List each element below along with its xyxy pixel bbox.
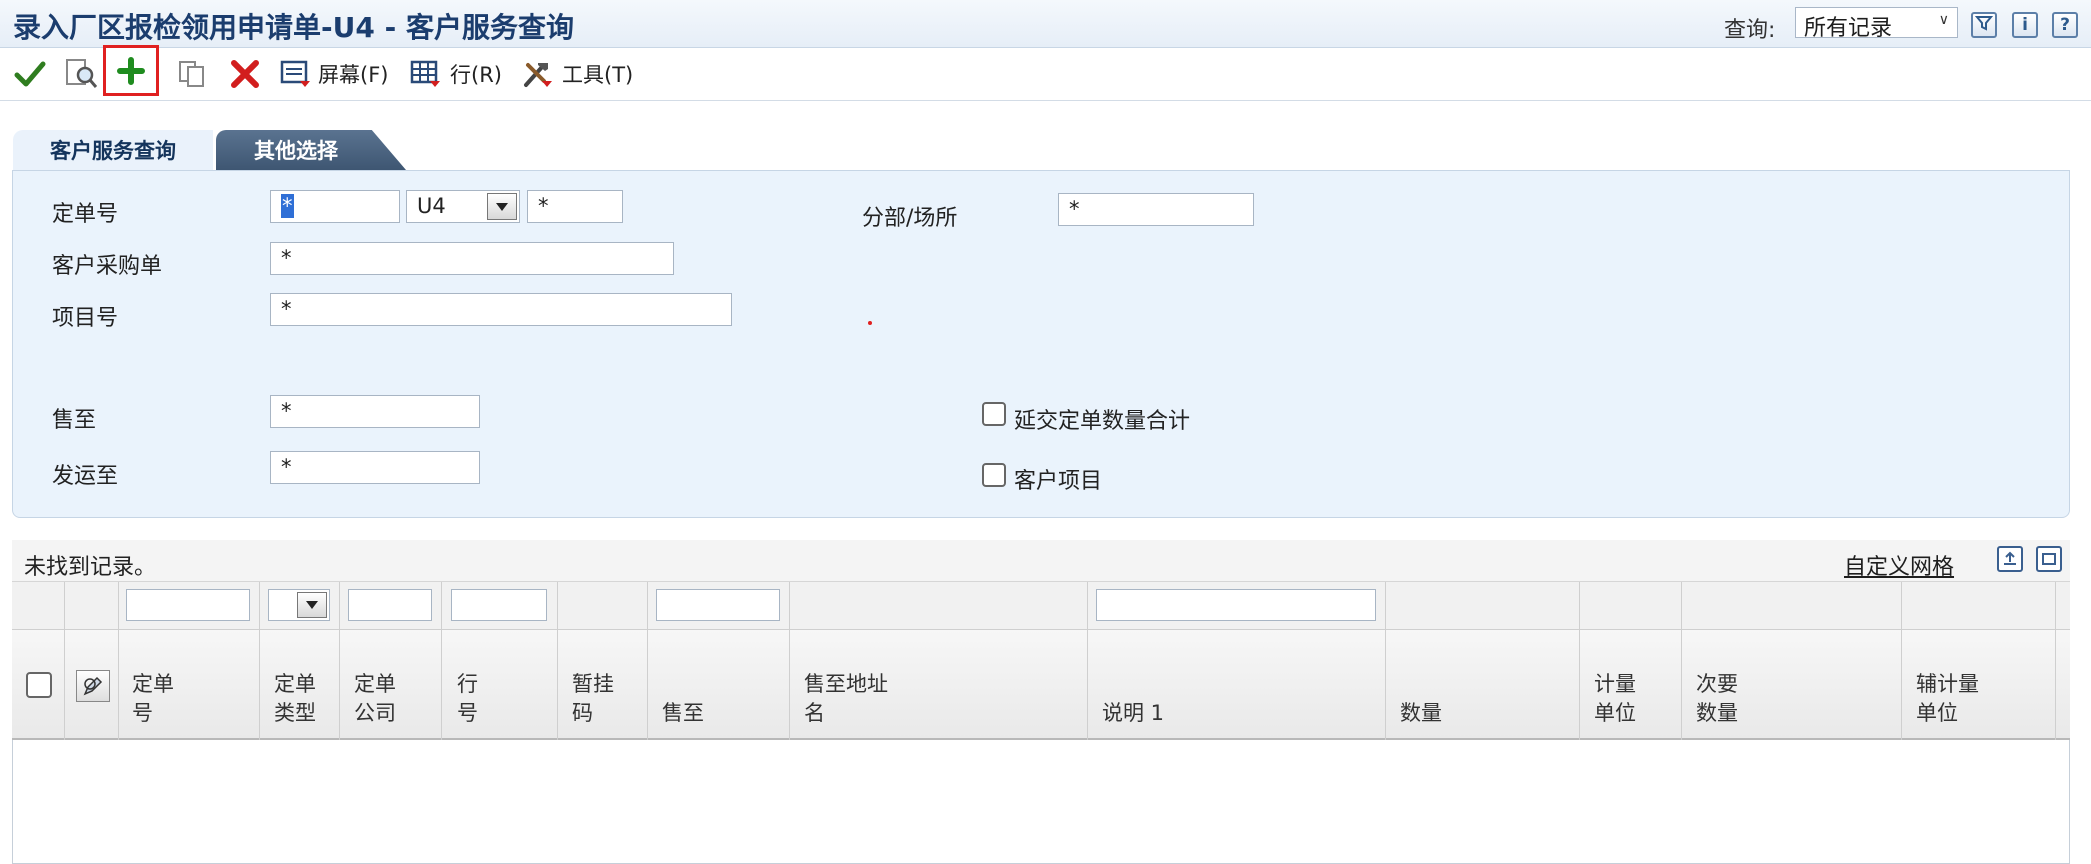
maximize-icon[interactable]: [2036, 546, 2062, 572]
customize-grid-link[interactable]: 自定义网格: [1844, 549, 1954, 581]
col-header-line-number[interactable]: 行号: [457, 670, 478, 728]
column-divider: [2055, 582, 2056, 740]
row-menu-label: 行(R): [450, 63, 502, 87]
copy-icon: [179, 61, 204, 87]
order-number-input[interactable]: *: [270, 190, 400, 223]
row-edit-icon[interactable]: [76, 670, 110, 702]
filter-sold-to-input[interactable]: [656, 589, 780, 621]
col-header-sold-to[interactable]: 售至: [662, 670, 704, 728]
tools-menu[interactable]: 工具(T): [522, 56, 642, 92]
filter-line-number-input[interactable]: [451, 589, 547, 621]
item-number-value: *: [281, 297, 292, 321]
order-company-value: *: [538, 194, 549, 218]
column-divider: [1385, 582, 1386, 740]
page-title: 录入厂区报检领用申请单-U4 - 客户服务查询: [13, 11, 574, 44]
branch-plant-input[interactable]: *: [1058, 193, 1254, 226]
grid-status-text: 未找到记录。: [24, 555, 157, 580]
grid-toolbar: [12, 540, 2070, 582]
order-company-input[interactable]: *: [527, 190, 623, 223]
ship-to-value: *: [281, 455, 292, 479]
column-divider: [1579, 582, 1580, 740]
delete-button[interactable]: [224, 56, 266, 92]
column-divider: [1681, 582, 1682, 740]
column-divider: [339, 582, 340, 740]
order-number-label: 定单号: [52, 202, 119, 227]
col-header-sold-to-name[interactable]: 售至地址名: [804, 670, 888, 728]
screen-icon: [280, 60, 310, 87]
branch-plant-value: *: [1069, 197, 1080, 221]
col-header-order-type[interactable]: 定单 类型: [274, 670, 316, 728]
row-menu[interactable]: 行(R): [410, 56, 510, 92]
order-type-select[interactable]: U4: [406, 190, 520, 223]
customer-po-label: 客户采购单: [52, 254, 163, 279]
item-number-input[interactable]: *: [270, 293, 732, 326]
query-label: 查询:: [1724, 18, 1776, 43]
column-divider: [64, 582, 65, 740]
customer-po-input[interactable]: *: [270, 242, 674, 275]
col-header-quantity[interactable]: 数量: [1400, 670, 1442, 728]
column-divider: [118, 582, 119, 740]
customer-po-value: *: [281, 246, 292, 270]
sold-to-input[interactable]: *: [270, 395, 480, 428]
customer-item-checkbox[interactable]: [982, 463, 1006, 487]
info-icon[interactable]: i: [2012, 12, 2038, 38]
col-header-description[interactable]: 说明 1: [1102, 670, 1164, 728]
filter-icon[interactable]: [1971, 12, 1997, 38]
ok-button[interactable]: [10, 56, 50, 92]
column-divider: [1901, 582, 1902, 740]
ship-to-label: 发运至: [52, 464, 119, 489]
query-select[interactable]: 所有记录 ∨: [1795, 7, 1958, 41]
screen-menu[interactable]: 屏幕(F): [280, 56, 398, 92]
tools-menu-label: 工具(T): [562, 63, 634, 87]
red-dot-marker: [868, 321, 872, 325]
col-header-order-number[interactable]: 定单号: [132, 670, 174, 728]
filter-order-number-input[interactable]: [126, 589, 250, 621]
order-type-value: U4: [417, 194, 446, 218]
item-number-label: 项目号: [52, 306, 119, 331]
column-divider: [1087, 582, 1088, 740]
filter-order-type-select[interactable]: [268, 589, 330, 621]
dropdown-arrow-icon[interactable]: [297, 592, 327, 618]
column-divider: [259, 582, 260, 740]
sold-to-label: 售至: [52, 408, 97, 433]
export-icon[interactable]: [1997, 546, 2023, 572]
column-divider: [557, 582, 558, 740]
deferred-total-label: 延交定单数量合计: [1014, 409, 1191, 434]
query-select-value: 所有记录: [1804, 16, 1893, 41]
checkmark-icon: [14, 61, 46, 87]
delete-x-icon: [231, 60, 259, 88]
deferred-total-checkbox[interactable]: [982, 402, 1006, 426]
branch-plant-label: 分部/场所: [862, 206, 958, 231]
search-icon: [66, 59, 98, 88]
col-header-secondary-quantity[interactable]: 次要 数量: [1696, 670, 1738, 728]
tab-customer-service-inquiry[interactable]: 客户服务查询: [13, 130, 213, 170]
order-number-value: *: [281, 194, 294, 218]
sold-to-value: *: [281, 399, 292, 423]
find-button[interactable]: [62, 56, 102, 92]
tab-other-selections[interactable]: 其他选择: [216, 130, 406, 170]
col-header-uom[interactable]: 计量 单位: [1594, 670, 1636, 728]
copy-button[interactable]: [172, 56, 212, 92]
col-header-secondary-uom[interactable]: 辅计量 单位: [1916, 670, 1979, 728]
grid-rows-icon: [410, 60, 440, 87]
column-divider: [789, 582, 790, 740]
grid-column-header-row: [12, 630, 2070, 740]
add-button[interactable]: [103, 45, 159, 96]
select-all-checkbox[interactable]: [26, 672, 52, 698]
tools-icon: [524, 63, 552, 87]
filter-description-input[interactable]: [1096, 589, 1376, 621]
help-icon[interactable]: ?: [2052, 12, 2078, 38]
column-divider: [647, 582, 648, 740]
plus-icon: [117, 56, 145, 85]
ship-to-input[interactable]: *: [270, 451, 480, 484]
chevron-down-icon: ∨: [1938, 12, 1949, 28]
dropdown-arrow-icon[interactable]: [487, 193, 517, 220]
screen-menu-label: 屏幕(F): [318, 63, 389, 87]
col-header-order-company[interactable]: 定单 公司: [354, 670, 396, 728]
col-header-hold-code[interactable]: 暂挂码: [572, 670, 614, 728]
column-divider: [441, 582, 442, 740]
customer-item-label: 客户项目: [1014, 469, 1103, 494]
filter-order-company-input[interactable]: [348, 589, 432, 621]
